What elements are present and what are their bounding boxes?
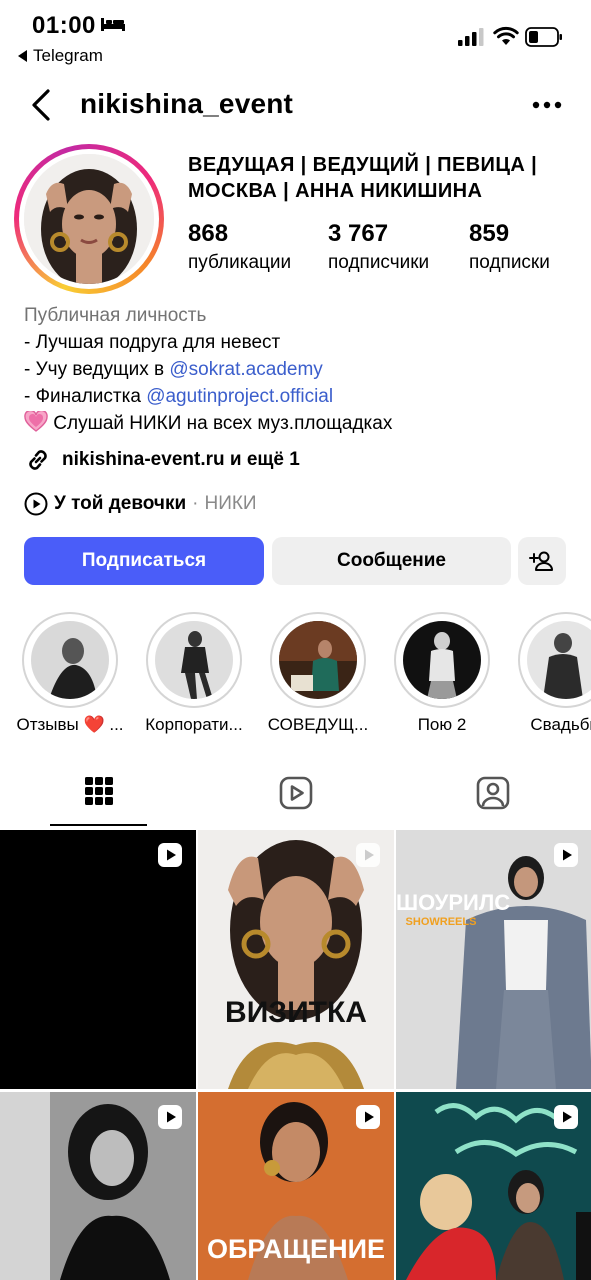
link-icon xyxy=(29,450,47,470)
bio-line-text: Слушай НИКИ на всех муз.площадках xyxy=(53,413,393,434)
play-circle-icon xyxy=(24,492,48,516)
profile-header: nikishina_event xyxy=(0,80,591,132)
profile-avatar xyxy=(24,154,154,284)
sparkling-heart-icon xyxy=(24,411,48,432)
reels-icon xyxy=(279,776,312,810)
wifi-icon xyxy=(493,26,519,45)
bio-line: - Лучшая подруга для невест xyxy=(24,332,281,353)
back-triangle-icon xyxy=(18,50,27,62)
highlight-cover xyxy=(155,621,233,699)
profile-tabs xyxy=(0,766,591,828)
reel-badge-icon xyxy=(554,1105,578,1129)
highlight-cover xyxy=(527,621,591,699)
reel-badge-icon xyxy=(158,843,182,867)
highlight-cover xyxy=(31,621,109,699)
stat-posts-count: 868 xyxy=(188,220,229,247)
story-highlights: Отзывы ❤️ ... Корпорати... СОВЕДУЩ... По… xyxy=(0,612,591,742)
bio-line: - Финалистка @agutinproject.official xyxy=(24,383,584,410)
highlight-ring xyxy=(270,612,366,708)
external-link-text: nikishina-event.ru и ещё 1 xyxy=(62,449,300,470)
post-tile[interactable]: ШОУРИЛС SHOWREELS xyxy=(396,830,591,1089)
highlight-label: Корпорати... xyxy=(145,715,243,734)
post-overlay-text: ОБРАЩЕНИЕ xyxy=(207,1234,385,1264)
external-link[interactable]: nikishina-event.ru и ещё 1 xyxy=(24,446,300,474)
tab-reels[interactable] xyxy=(197,766,394,828)
cellular-signal-icon xyxy=(458,28,484,46)
highlight-label: Пою 2 xyxy=(417,715,467,734)
music-separator: · xyxy=(192,493,199,514)
follow-button[interactable]: Подписаться xyxy=(24,537,264,585)
stat-followers-label: подписчики xyxy=(328,252,430,273)
reel-badge-icon xyxy=(356,1105,380,1129)
profile-bio: Публичная личность - Лучшая подруга для … xyxy=(24,302,584,437)
post-tile[interactable]: ОБРАЩЕНИЕ xyxy=(198,1092,394,1280)
reel-badge-icon xyxy=(356,843,380,867)
post-image xyxy=(198,830,394,1089)
highlight-ring xyxy=(518,612,591,708)
stat-posts-label: публикации xyxy=(188,252,292,273)
post-overlay-subtext: SHOWREELS xyxy=(405,916,477,928)
bed-icon xyxy=(101,18,125,31)
back-chevron-icon[interactable] xyxy=(30,88,54,122)
stat-posts[interactable]: 868 публикации xyxy=(188,220,291,274)
tagged-user-icon xyxy=(476,776,509,810)
music-artist: НИКИ xyxy=(204,493,257,514)
add-user-icon xyxy=(529,551,553,571)
active-tab-indicator xyxy=(50,824,147,826)
stat-following-label: подписки xyxy=(469,252,550,273)
post-tile[interactable]: ВИЗИТКА xyxy=(198,830,394,1089)
suggested-users-button[interactable] xyxy=(518,537,566,585)
post-overlay-text: ШОУРИЛС xyxy=(396,890,511,915)
status-bar: 01:00 Telegram xyxy=(0,0,591,75)
message-button[interactable]: Сообщение xyxy=(272,537,511,585)
posts-grid: ВИЗИТКА ШОУРИЛС SHOWREELS ОБРАЩЕНИЕ xyxy=(0,830,591,1280)
profile-stats: 868 публикации 3 767 подписчики 859 подп… xyxy=(188,220,588,280)
post-tile[interactable] xyxy=(396,1092,591,1280)
profile-category: Публичная личность xyxy=(24,305,207,326)
post-tile[interactable] xyxy=(0,830,196,1089)
post-image xyxy=(396,830,591,1089)
battery-icon xyxy=(525,27,562,47)
highlight-label: Отзывы ❤️ ... xyxy=(16,715,124,734)
reel-badge-icon xyxy=(158,1105,182,1129)
bio-line: Слушай НИКИ на всех муз.площадках xyxy=(24,410,584,437)
profile-username: nikishina_event xyxy=(80,88,294,119)
stat-following-count: 859 xyxy=(469,220,510,247)
grid-icon xyxy=(84,777,113,805)
bio-line-text: - Учу ведущих в xyxy=(24,359,170,380)
reel-badge-icon xyxy=(554,843,578,867)
highlight-cover xyxy=(279,621,357,699)
highlight-ring xyxy=(146,612,242,708)
bio-line: - Учу ведущих в @sokrat.academy xyxy=(24,356,584,383)
mention-sokrat-academy[interactable]: @sokrat.academy xyxy=(169,359,322,380)
profile-display-title: ВЕДУЩАЯ | ВЕДУЩИЙ | ПЕВИЦА | МОСКВА | АН… xyxy=(188,154,538,202)
tab-posts-grid[interactable] xyxy=(0,766,197,828)
highlight-ring xyxy=(22,612,118,708)
more-options-icon[interactable] xyxy=(532,100,562,110)
post-tile[interactable] xyxy=(0,1092,196,1280)
back-to-telegram[interactable]: Telegram xyxy=(18,46,103,66)
stat-followers[interactable]: 3 767 подписчики xyxy=(328,220,429,274)
story-ring[interactable] xyxy=(14,144,164,294)
highlight-cover xyxy=(403,621,481,699)
mention-agutinproject[interactable]: @agutinproject.official xyxy=(146,386,333,407)
highlight-ring xyxy=(394,612,490,708)
highlight-label: СОВЕДУЩ... xyxy=(267,715,369,734)
tab-tagged[interactable] xyxy=(394,766,591,828)
highlight-label: Свадьбы xyxy=(530,715,591,734)
profile-music[interactable]: У той девочки · НИКИ xyxy=(24,492,257,516)
back-app-label: Telegram xyxy=(33,46,103,65)
post-overlay-text: ВИЗИТКА xyxy=(225,996,367,1029)
stat-following[interactable]: 859 подписки xyxy=(469,220,550,274)
status-time: 01:00 xyxy=(32,12,96,39)
bio-line-text: - Финалистка xyxy=(24,386,147,407)
music-song-title: У той девочки xyxy=(54,493,187,514)
stat-followers-count: 3 767 xyxy=(328,220,389,247)
